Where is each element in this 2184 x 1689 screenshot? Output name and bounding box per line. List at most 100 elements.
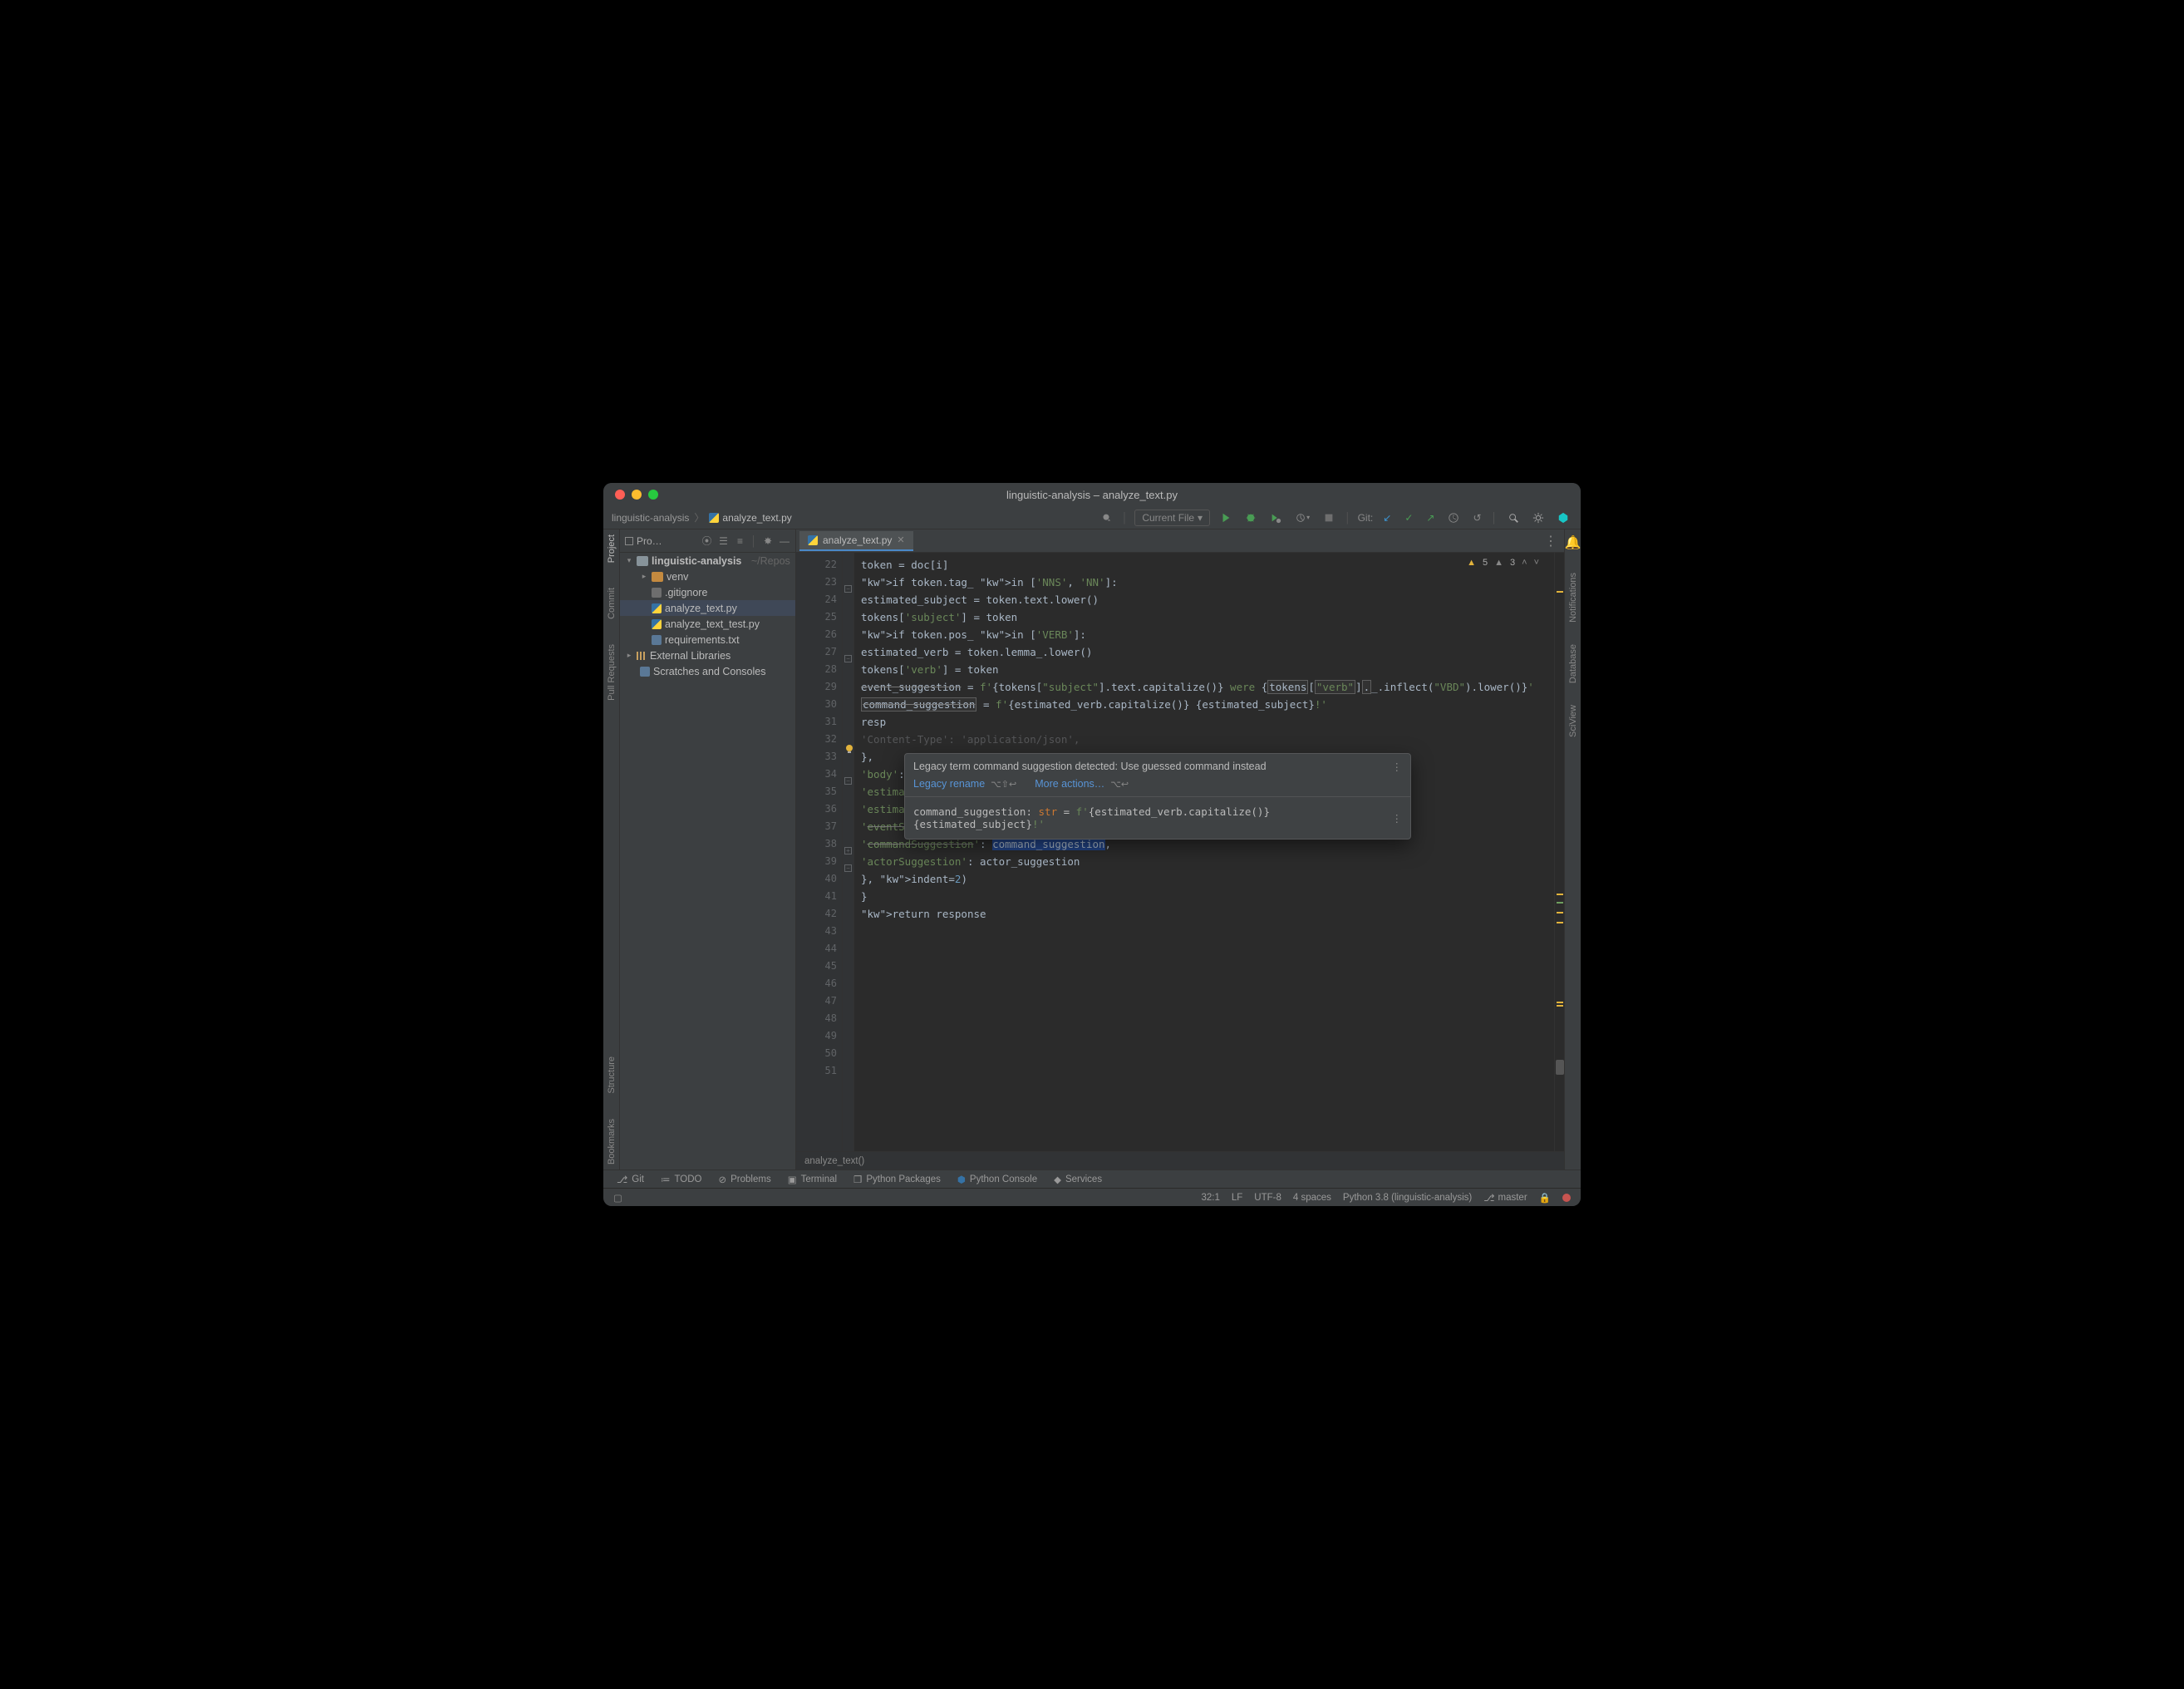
project-tree[interactable]: ▾linguistic-analysis ~/Repos ▸venv .giti… bbox=[620, 553, 795, 1169]
git-push-button[interactable]: ↗ bbox=[1423, 510, 1438, 525]
tree-row-analyze-text-test[interactable]: analyze_text_test.py bbox=[620, 616, 795, 632]
select-opened-file-icon[interactable]: ⦿ bbox=[701, 535, 713, 547]
tree-row-root[interactable]: ▾linguistic-analysis ~/Repos bbox=[620, 553, 795, 569]
bottom-tool-strip: ⎇Git ≔TODO ⊘Problems ▣Terminal ❒Python P… bbox=[603, 1169, 1581, 1188]
profile-button[interactable]: ▾ bbox=[1291, 510, 1313, 525]
pull-requests-tool-tab[interactable]: Pull Requests bbox=[607, 644, 617, 701]
breadcrumb-file[interactable]: analyze_text.py bbox=[722, 512, 791, 524]
readonly-lock-icon[interactable]: 🔒 bbox=[1539, 1192, 1551, 1204]
notifications-tool-tab[interactable]: Notifications bbox=[1568, 573, 1578, 623]
commit-tool-tab[interactable]: Commit bbox=[607, 588, 617, 619]
warning-icon[interactable]: ▲ bbox=[1467, 558, 1476, 568]
fold-toggle-icon[interactable]: − bbox=[844, 655, 852, 662]
run-config-selector[interactable]: Current File▾ bbox=[1134, 510, 1210, 526]
warning-count: 5 bbox=[1483, 558, 1488, 568]
editor-breadcrumb[interactable]: analyze_text() bbox=[796, 1151, 1564, 1169]
breadcrumb-separator-icon: 〉 bbox=[694, 510, 704, 524]
tree-row-scratches[interactable]: Scratches and Consoles bbox=[620, 663, 795, 679]
shortcut-hint: ⌥↩ bbox=[1110, 780, 1129, 790]
tool-settings-icon[interactable]: ✸ bbox=[762, 535, 774, 547]
more-actions-link[interactable]: More actions… bbox=[1035, 778, 1104, 790]
preview-options-icon[interactable]: ⋮ bbox=[1392, 812, 1403, 825]
services-icon: ◆ bbox=[1054, 1174, 1061, 1185]
close-tab-icon[interactable]: ✕ bbox=[897, 534, 904, 545]
add-config-button[interactable] bbox=[1097, 510, 1115, 525]
problems-tool-button[interactable]: ⊘Problems bbox=[718, 1174, 770, 1185]
shortcut-hint: ⌥⇧↩ bbox=[991, 780, 1016, 790]
rollback-button[interactable]: ↺ bbox=[1469, 510, 1484, 525]
terminal-tool-button[interactable]: ▣Terminal bbox=[788, 1174, 837, 1185]
list-icon: ≔ bbox=[661, 1174, 671, 1185]
intention-popup: Legacy term command suggestion detected:… bbox=[904, 753, 1411, 840]
project-tool-tab[interactable]: Project bbox=[607, 534, 617, 563]
git-tool-button[interactable]: ⎇Git bbox=[617, 1174, 644, 1185]
right-tool-rail: 🔔 Notifications Database SciView bbox=[1564, 529, 1581, 1169]
stop-button[interactable] bbox=[1320, 510, 1338, 525]
python-console-tool-button[interactable]: ⬢Python Console bbox=[957, 1174, 1037, 1185]
code-editor[interactable]: token = doc[i] "kw">if token.tag_ "kw">i… bbox=[854, 553, 1554, 1151]
git-history-button[interactable] bbox=[1444, 510, 1463, 525]
left-tool-rail: Project Commit Pull Requests Structure B… bbox=[603, 529, 620, 1169]
scroll-thumb[interactable] bbox=[1556, 1060, 1564, 1075]
bookmarks-tool-tab[interactable]: Bookmarks bbox=[607, 1119, 617, 1165]
inspection-collapse-icon[interactable]: ˅ bbox=[1534, 558, 1539, 568]
run-coverage-button[interactable] bbox=[1267, 510, 1285, 525]
search-everywhere-button[interactable] bbox=[1504, 510, 1522, 525]
debug-button[interactable] bbox=[1242, 510, 1260, 525]
weak-warning-icon[interactable]: ▲ bbox=[1494, 558, 1503, 568]
tree-row-external-libraries[interactable]: ▸External Libraries bbox=[620, 648, 795, 663]
notifications-bell-icon[interactable]: 🔔 bbox=[1565, 534, 1581, 551]
tree-row-venv[interactable]: ▸venv bbox=[620, 569, 795, 584]
minimize-tool-icon[interactable]: — bbox=[779, 535, 790, 547]
toolbar-separator: │ bbox=[1492, 512, 1498, 524]
tree-row-requirements[interactable]: requirements.txt bbox=[620, 632, 795, 648]
tool-window-quick-access-icon[interactable]: ▢ bbox=[613, 1192, 622, 1204]
caret-position[interactable]: 32:1 bbox=[1201, 1193, 1219, 1203]
zoom-window-icon[interactable] bbox=[648, 490, 658, 500]
python-interpreter[interactable]: Python 3.8 (linguistic-analysis) bbox=[1343, 1193, 1472, 1203]
legacy-rename-link[interactable]: Legacy rename bbox=[913, 778, 985, 790]
popup-options-icon[interactable]: ⋮ bbox=[1392, 761, 1403, 773]
fold-toggle-icon[interactable]: − bbox=[844, 777, 852, 785]
problems-icon: ⊘ bbox=[718, 1174, 726, 1185]
python-packages-tool-button[interactable]: ❒Python Packages bbox=[853, 1174, 941, 1185]
services-tool-button[interactable]: ◆Services bbox=[1054, 1174, 1102, 1185]
intention-bulb-icon[interactable] bbox=[844, 743, 854, 753]
minimize-window-icon[interactable] bbox=[632, 490, 642, 500]
expand-all-icon[interactable]: ☰ bbox=[718, 535, 730, 547]
tree-row-gitignore[interactable]: .gitignore bbox=[620, 584, 795, 600]
indent-settings[interactable]: 4 spaces bbox=[1293, 1193, 1331, 1203]
line-separator[interactable]: LF bbox=[1232, 1193, 1242, 1203]
file-encoding[interactable]: UTF-8 bbox=[1254, 1193, 1281, 1203]
git-branch-widget[interactable]: ⎇master bbox=[1483, 1192, 1527, 1204]
ide-settings-button[interactable] bbox=[1529, 510, 1547, 525]
git-label: Git: bbox=[1358, 512, 1374, 524]
run-button[interactable] bbox=[1217, 510, 1235, 525]
git-commit-button[interactable]: ✓ bbox=[1401, 510, 1416, 525]
fold-column[interactable]: − − − + − bbox=[843, 553, 854, 1151]
fold-toggle-icon[interactable]: − bbox=[844, 585, 852, 593]
close-window-icon[interactable] bbox=[615, 490, 625, 500]
sciview-tool-tab[interactable]: SciView bbox=[1568, 705, 1578, 737]
error-stripe[interactable] bbox=[1554, 553, 1564, 1151]
inspection-expand-icon[interactable]: ˄ bbox=[1522, 558, 1527, 568]
ide-window: linguistic-analysis – analyze_text.py li… bbox=[603, 483, 1581, 1206]
breadcrumb-project[interactable]: linguistic-analysis bbox=[612, 512, 689, 524]
editor-pane: analyze_text.py✕ ⋮ ▲5 ▲3 ˄ ˅ 22232425262… bbox=[796, 529, 1564, 1169]
line-number-gutter[interactable]: 2223242526272829303132333435363738394041… bbox=[796, 553, 843, 1151]
code-with-me-button[interactable] bbox=[1554, 510, 1572, 525]
tree-row-analyze-text[interactable]: analyze_text.py bbox=[620, 600, 795, 616]
structure-tool-tab[interactable]: Structure bbox=[607, 1056, 617, 1094]
fold-toggle-icon[interactable]: + bbox=[844, 847, 852, 854]
collapse-all-icon[interactable]: ≡ bbox=[735, 535, 746, 547]
fold-toggle-icon[interactable]: − bbox=[844, 864, 852, 872]
todo-tool-button[interactable]: ≔TODO bbox=[661, 1174, 702, 1185]
git-update-button[interactable]: ↙ bbox=[1380, 510, 1395, 525]
database-tool-tab[interactable]: Database bbox=[1568, 644, 1578, 683]
project-view-label[interactable]: Pro… bbox=[637, 535, 662, 547]
terminal-icon: ▣ bbox=[788, 1174, 797, 1185]
python-file-icon bbox=[709, 513, 719, 523]
fatal-error-indicator-icon[interactable] bbox=[1562, 1194, 1571, 1202]
editor-tab[interactable]: analyze_text.py✕ bbox=[799, 531, 913, 551]
tab-options-icon[interactable]: ⋮ bbox=[1537, 533, 1564, 549]
